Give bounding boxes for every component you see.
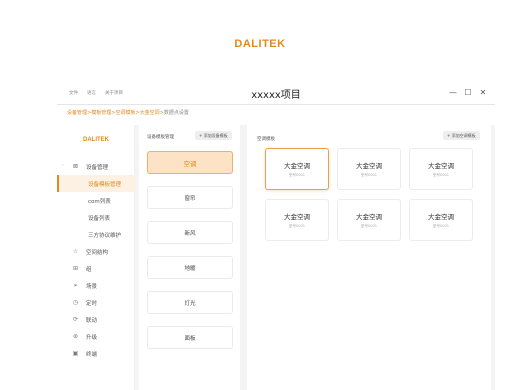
sidebar-item-label: 升级 (86, 334, 98, 341)
sidebar-item-device-management[interactable]: ˅ ⊠ 设备管理 (57, 158, 135, 175)
sidebar-item-label: 设备管理 (86, 164, 109, 171)
maximize-icon[interactable]: ☐ (464, 88, 472, 98)
device-icon: ⊠ (72, 163, 79, 170)
template-card-grid: 大金空调 型号0001 大金空调 型号0001 大金空调 型号0001 大金空调… (265, 148, 473, 241)
sidebar-item-label: 空间结构 (86, 249, 109, 256)
app-window: 文件 语言 关于项目 xxxxx项目 — ☐ ✕ 设备管理>模板管理>空调模板>… (57, 82, 495, 390)
window-controls: — ☐ ✕ (449, 88, 487, 98)
category-item-curtain[interactable]: 窗帘 (147, 186, 233, 209)
breadcrumb-template-management[interactable]: 模板管理 (91, 110, 111, 116)
card-model: 型号0001 (289, 224, 305, 228)
card-name: 大金空调 (428, 213, 454, 221)
category-list: 空调 窗帘 新风 地暖 灯光 面板 (147, 151, 233, 361)
category-item-lighting[interactable]: 灯光 (147, 291, 233, 314)
sidebar-item-timer[interactable]: ◷ 定时 (57, 294, 135, 311)
breadcrumb-daikin-ac[interactable]: 大金空调 (140, 110, 160, 116)
sidebar-item-label: 终端 (86, 351, 98, 358)
template-card[interactable]: 大金空调 型号0001 (265, 199, 329, 241)
divider (57, 104, 495, 105)
template-card[interactable]: 大金空调 型号0001 (337, 148, 401, 190)
template-card[interactable]: 大金空调 型号0001 (265, 148, 329, 190)
sidebar-item-space-structure[interactable]: ☆ 空间结构 (57, 243, 135, 260)
template-category-panel: 设备模板管理 + 添加设备模板 空调 窗帘 新风 地暖 灯光 面板 (139, 125, 240, 390)
send-icon: ➢ (72, 282, 79, 289)
sidebar-item-label: 设备模板管理 (88, 181, 122, 188)
card-model: 型号0001 (289, 173, 305, 177)
upgrade-icon: ⊛ (72, 333, 79, 340)
sidebar-item-group[interactable]: ⊞ 组 (57, 260, 135, 277)
sidebar-item-device-template-management[interactable]: 设备模板管理 (57, 175, 135, 192)
star-icon: ☆ (72, 248, 79, 255)
clock-icon: ◷ (72, 299, 79, 306)
sidebar-item-label: 设备列表 (88, 215, 111, 222)
sidebar-item-scene[interactable]: ➢ 场景 (57, 277, 135, 294)
sidebar-item-label: 组 (86, 266, 92, 273)
sidebar-logo: DALITEK (83, 137, 109, 143)
card-model: 型号0001 (361, 224, 377, 228)
category-item-panel[interactable]: 面板 (147, 326, 233, 349)
sidebar-item-label: 三方协议维护 (88, 232, 122, 239)
brand-logo: DALITEK (234, 38, 286, 50)
terminal-icon: ▣ (72, 350, 79, 357)
card-name: 大金空调 (356, 162, 382, 170)
add-device-template-button[interactable]: + 添加设备模板 (195, 131, 232, 140)
category-item-fresh-air[interactable]: 新风 (147, 221, 233, 244)
breadcrumb-ac-template[interactable]: 空调模板 (115, 110, 135, 116)
category-item-ac[interactable]: 空调 (147, 151, 233, 174)
link-icon: ⟳ (72, 316, 79, 323)
card-model: 型号0001 (361, 173, 377, 177)
card-name: 大金空调 (284, 213, 310, 221)
sidebar-item-device-list[interactable]: 设备列表 (57, 209, 135, 226)
sidebar-item-third-party-protocol[interactable]: 三方协议维护 (57, 226, 135, 243)
sidebar-item-label: 定时 (86, 300, 98, 307)
sidebar-item-com-list[interactable]: com列表 (57, 192, 135, 209)
card-name: 大金空调 (428, 162, 454, 170)
card-model: 型号0001 (433, 173, 449, 177)
template-card[interactable]: 大金空调 型号0001 (409, 148, 473, 190)
breadcrumb-device-management[interactable]: 设备管理 (67, 110, 87, 116)
title-bar: 文件 语言 关于项目 xxxxx项目 — ☐ ✕ (57, 82, 495, 104)
ac-template-panel: 空调模板 + 添加空调模板 大金空调 型号0001 大金空调 型号0001 大金… (247, 125, 491, 390)
minimize-icon[interactable]: — (449, 88, 457, 98)
panel-title: 空调模板 (257, 137, 275, 142)
add-ac-template-button[interactable]: + 添加空调模板 (443, 131, 480, 140)
breadcrumb: 设备管理>模板管理>空调模板>大金空调>数据点设置 (67, 109, 189, 116)
card-model: 型号0001 (433, 224, 449, 228)
panel-title: 设备模板管理 (147, 135, 174, 140)
close-icon[interactable]: ✕ (479, 88, 487, 98)
template-card[interactable]: 大金空调 型号0001 (337, 199, 401, 241)
category-item-floor-heating[interactable]: 地暖 (147, 256, 233, 279)
sidebar-list: ˅ ⊠ 设备管理 设备模板管理 com列表 设备列表 三方协议维护 ☆ 空间结构… (57, 158, 135, 362)
sidebar-item-linkage[interactable]: ⟳ 联动 (57, 311, 135, 328)
sidebar-item-label: com列表 (88, 198, 111, 205)
breadcrumb-current: 数据点设置 (163, 110, 189, 116)
sidebar-item-label: 联动 (86, 317, 98, 324)
sidebar-item-upgrade[interactable]: ⊛ 升级 (57, 328, 135, 345)
card-name: 大金空调 (356, 213, 382, 221)
card-name: 大金空调 (284, 162, 310, 170)
window-title: xxxxx项目 (251, 90, 301, 101)
sidebar-item-label: 场景 (86, 283, 98, 290)
group-icon: ⊞ (72, 265, 79, 272)
template-card[interactable]: 大金空调 型号0001 (409, 199, 473, 241)
chevron-down-icon: ˅ (62, 164, 64, 169)
sidebar-item-terminal[interactable]: ▣ 终端 (57, 345, 135, 362)
sidebar: DALITEK ˅ ⊠ 设备管理 设备模板管理 com列表 设备列表 三方协议维… (57, 125, 135, 390)
